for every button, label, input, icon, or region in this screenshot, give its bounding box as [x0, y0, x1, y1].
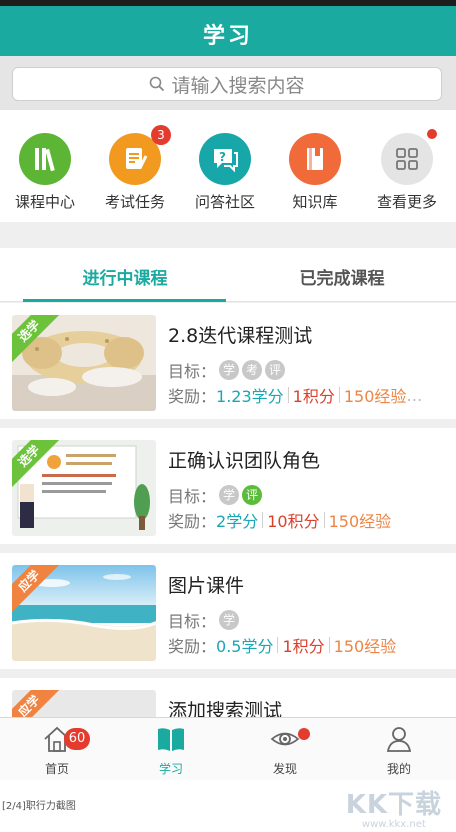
book-icon [289, 133, 341, 185]
goal-label: 目标： [168, 487, 217, 506]
shortcut-label: 查看更多 [376, 193, 437, 211]
grid-icon [381, 129, 437, 185]
list-item[interactable]: 选学 正确认识团队角色 目标： 学 评 奖励： 2学分 10积分 150经验 [0, 428, 456, 544]
reward-more: … [406, 385, 423, 405]
nav-mine[interactable]: 我的 [342, 724, 456, 777]
title-bar: 学习 [0, 0, 456, 56]
search-icon [150, 76, 165, 92]
course-rewards: 奖励： 1.23学分 1积分 150经验 … [168, 383, 422, 407]
reward-points: 10积分 [267, 512, 320, 531]
course-title: 图片课件 [168, 575, 245, 597]
shortcut-qa-community[interactable]: ? 问答社区 [180, 133, 270, 212]
course-title: 正确认识团队角色 [168, 450, 321, 472]
eye-icon [270, 732, 300, 746]
reward-label: 奖励： [168, 637, 217, 656]
divider [287, 387, 289, 403]
course-thumbnail: 应学 [12, 690, 156, 717]
course-thumbnail: 应学 [12, 565, 156, 661]
shortcut-label: 知识库 [292, 193, 338, 211]
goal-review-chip: 评 [265, 360, 286, 380]
course-thumbnail: 选学 [12, 440, 156, 536]
nav-home[interactable]: 60 首页 [0, 724, 114, 777]
reward-points: 1积分 [282, 637, 325, 656]
course-goals: 目标： 学 [168, 608, 240, 632]
nav-label: 我的 [386, 762, 411, 776]
svg-text:?: ? [219, 150, 226, 164]
course-rewards: 奖励： 2学分 10积分 150经验 [168, 508, 391, 532]
course-goals: 目标： 学 评 [168, 483, 263, 507]
shortcut-label: 问答社区 [194, 193, 255, 211]
tab-indicator [23, 299, 226, 302]
search-area: 请输入搜索内容 [0, 56, 456, 110]
list-item[interactable]: 选学 2.8迭代课程测试 目标： 学 考 评 奖励： 1.23学分 1积分 15… [0, 303, 456, 419]
nav-study[interactable]: 学习 [114, 724, 228, 777]
course-tabs: 进行中课程 已完成课程 [0, 248, 456, 302]
app-screen: 学习 请输入搜索内容 课程中心 3 考试任务 ? 问答社区 知识库 查看更多 进… [0, 0, 456, 780]
bottom-navigation: 60 首页 学习 发现 我的 [0, 717, 456, 780]
image-caption: [2/4]职行力截图 [2, 801, 76, 812]
list-item[interactable]: 应学 图片课件 目标： 学 奖励： 0.5学分 1积分 150经验 [0, 553, 456, 669]
goal-review-chip: 评 [242, 485, 263, 505]
divider [323, 512, 325, 528]
shortcut-knowledge-base[interactable]: 知识库 [270, 133, 360, 212]
exam-paper-icon: 3 [109, 125, 171, 185]
reward-points: 1积分 [292, 387, 335, 406]
course-title: 2.8迭代课程测试 [168, 325, 313, 347]
shortcut-label: 课程中心 [14, 193, 75, 211]
reward-credits: 1.23学分 [216, 387, 284, 406]
page-title: 学习 [202, 24, 253, 49]
goal-label: 目标： [168, 612, 217, 631]
home-count-badge: 60 [64, 728, 90, 750]
nav-label: 学习 [158, 762, 183, 776]
watermark: KK下载 www.kkx.net [346, 784, 442, 830]
question-chat-icon: ? [199, 133, 251, 185]
reward-exp: 150经验 [333, 637, 397, 656]
reward-credits: 2学分 [216, 512, 259, 531]
reward-label: 奖励： [168, 387, 217, 406]
course-goals: 目标： 学 考 评 [168, 358, 286, 382]
reward-credits: 0.5学分 [216, 637, 274, 656]
shortcut-course-center[interactable]: 课程中心 [0, 133, 90, 212]
divider [338, 387, 340, 403]
open-book-icon [158, 728, 184, 751]
shortcut-label: 考试任务 [104, 193, 165, 211]
course-list: 选学 2.8迭代课程测试 目标： 学 考 评 奖励： 1.23学分 1积分 15… [0, 303, 456, 717]
exam-count-badge: 3 [151, 125, 171, 145]
watermark-logo: KK下载 [345, 790, 442, 820]
reward-exp: 150经验 [328, 512, 392, 531]
course-rewards: 奖励： 0.5学分 1积分 150经验 [168, 633, 396, 657]
goal-label: 目标： [168, 362, 217, 381]
search-placeholder: 请输入搜索内容 [171, 74, 305, 97]
nav-label: 发现 [272, 762, 297, 776]
tab-in-progress[interactable]: 进行中课程 [11, 264, 239, 289]
new-dot [298, 728, 310, 740]
search-input[interactable]: 请输入搜索内容 [12, 67, 442, 101]
goal-exam-chip: 考 [242, 360, 263, 380]
divider [262, 512, 264, 528]
shortcut-view-more[interactable]: 查看更多 [362, 129, 452, 212]
tab-completed[interactable]: 已完成课程 [228, 264, 456, 289]
course-thumbnail: 选学 [12, 315, 156, 411]
nav-discover[interactable]: 发现 [228, 724, 342, 777]
divider [277, 637, 279, 653]
shortcut-row: 课程中心 3 考试任务 ? 问答社区 知识库 查看更多 [0, 110, 456, 222]
reward-exp: 150经验 [343, 387, 407, 406]
list-item[interactable]: 应学 添加搜索测试 [0, 678, 456, 717]
new-dot [427, 129, 437, 139]
nav-label: 首页 [44, 762, 69, 776]
course-title: 添加搜索测试 [168, 700, 283, 717]
divider [328, 637, 330, 653]
goal-study-chip: 学 [219, 360, 240, 380]
reward-label: 奖励： [168, 512, 217, 531]
books-icon [19, 133, 71, 185]
shortcut-exam-tasks[interactable]: 3 考试任务 [90, 125, 180, 212]
goal-study-chip: 学 [219, 485, 240, 505]
user-icon [386, 727, 412, 752]
goal-study-chip: 学 [219, 610, 240, 630]
